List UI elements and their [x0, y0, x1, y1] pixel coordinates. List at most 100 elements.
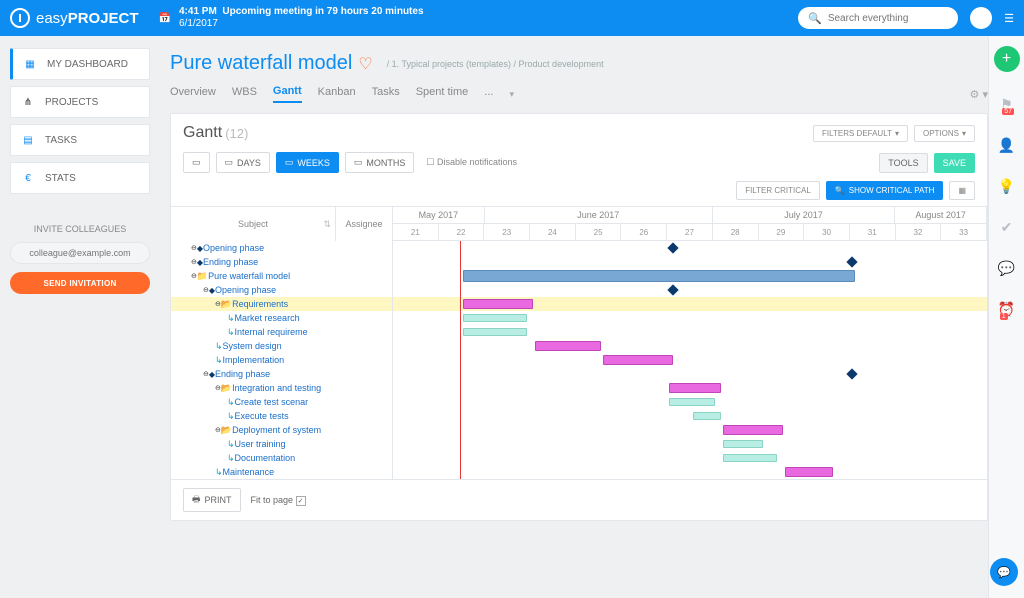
tree-row[interactable]: ↳ Documentation [171, 451, 392, 465]
options-button[interactable]: OPTIONS ▾ [914, 125, 975, 142]
gantt-bar[interactable] [723, 425, 783, 435]
nav-projects[interactable]: ⋔ PROJECTS [10, 86, 150, 118]
timeline-row[interactable] [393, 297, 987, 311]
tab-overview[interactable]: Overview [170, 86, 216, 102]
save-button[interactable]: SAVE [934, 153, 975, 173]
col-assignee[interactable]: Assignee [336, 207, 392, 241]
timeline-row[interactable] [393, 311, 987, 325]
filters-button[interactable]: FILTERS DEFAULT ▾ [813, 125, 908, 142]
logo[interactable]: easyPROJECT [10, 8, 139, 28]
hamburger-icon[interactable]: ☰ [1004, 12, 1014, 25]
weeks-button[interactable]: ▭ WEEKS [276, 152, 339, 173]
search-input[interactable] [828, 13, 948, 24]
tree-row[interactable]: ⊖ 📂 Integration and testing [171, 381, 392, 395]
col-subject[interactable]: Subject⇅ [171, 207, 336, 241]
tree-row[interactable]: ⊖ 📂 Deployment of system [171, 423, 392, 437]
gantt-bar[interactable] [463, 270, 855, 282]
timeline-row[interactable] [393, 381, 987, 395]
timeline-row[interactable] [393, 241, 987, 255]
heart-icon[interactable]: ♡ [358, 54, 372, 74]
tree-row[interactable]: ↳ Market research [171, 311, 392, 325]
filter-critical-button[interactable]: FILTER CRITICAL [736, 181, 820, 200]
timeline-row[interactable] [393, 367, 987, 381]
tools-button[interactable]: TOOLS [879, 153, 927, 173]
tree-row[interactable]: ↳ Implementation [171, 353, 392, 367]
timeline-row[interactable] [393, 465, 987, 479]
jump-today-button[interactable]: ▭ [183, 152, 210, 173]
show-critical-button[interactable]: 🔍 SHOW CRITICAL PATH [826, 181, 944, 200]
page-title: Pure waterfall model ♡ [170, 52, 373, 75]
milestone-diamond[interactable] [667, 242, 678, 253]
timeline-row[interactable] [393, 395, 987, 409]
tab-more[interactable]: ... [484, 86, 493, 102]
check-icon[interactable]: ✔ [1001, 219, 1013, 236]
timeline-row[interactable] [393, 283, 987, 297]
timeline-row[interactable] [393, 353, 987, 367]
tree-row[interactable]: ↳ System design [171, 339, 392, 353]
tree-row[interactable]: ↳ Create test scenar [171, 395, 392, 409]
months-button[interactable]: ▭ MONTHS [345, 152, 415, 173]
tree-row[interactable]: ↳ User training [171, 437, 392, 451]
tree-row[interactable]: ↳ Maintenance [171, 465, 392, 479]
breadcrumb-path[interactable]: / 1. Typical projects (templates) / Prod… [387, 59, 604, 69]
tree-row[interactable]: ⊖ 📁 Pure waterfall model [171, 269, 392, 283]
tree-row[interactable]: ↳ Internal requireme [171, 325, 392, 339]
tree-row[interactable]: ↳ Execute tests [171, 409, 392, 423]
milestone-diamond[interactable] [846, 256, 857, 267]
gantt-bar[interactable] [723, 454, 777, 462]
export-button[interactable]: ▦ [949, 181, 975, 200]
tree-row[interactable]: ⊖ ◆ Opening phase [171, 283, 392, 297]
milestone-diamond[interactable] [846, 368, 857, 379]
gantt-bar[interactable] [535, 341, 601, 351]
gantt-bar[interactable] [669, 398, 715, 406]
colleague-input[interactable] [10, 242, 150, 264]
chevron-down-icon[interactable]: ▾ [509, 89, 514, 100]
timeline-row[interactable] [393, 423, 987, 437]
fit-to-page[interactable]: Fit to page ✓ [251, 495, 306, 506]
tree-row[interactable]: ⊖ ◆ Ending phase [171, 255, 392, 269]
tab-gantt[interactable]: Gantt [273, 85, 302, 103]
today-line [460, 241, 461, 479]
search-box[interactable]: 🔍 [798, 7, 958, 29]
gantt-bar[interactable] [723, 440, 763, 448]
timeline-row[interactable] [393, 409, 987, 423]
gantt-bar[interactable] [693, 412, 721, 420]
flag-icon[interactable]: ⚑57 [1000, 96, 1013, 113]
tab-tasks[interactable]: Tasks [372, 86, 400, 102]
add-button[interactable]: + [994, 46, 1020, 72]
gantt-bar[interactable] [603, 355, 673, 365]
gear-icon[interactable]: ⚙ ▾ [970, 88, 988, 101]
tab-spent-time[interactable]: Spent time [416, 86, 469, 102]
timeline-row[interactable] [393, 325, 987, 339]
timeline-row[interactable] [393, 451, 987, 465]
gantt-bar[interactable] [463, 314, 527, 322]
tree-row[interactable]: ⊖ ◆ Ending phase [171, 367, 392, 381]
person-icon[interactable]: 👤 [998, 137, 1015, 154]
timeline-row[interactable] [393, 437, 987, 451]
avatar[interactable] [970, 7, 992, 29]
tree-row[interactable]: ⊖ ◆ Opening phase [171, 241, 392, 255]
days-button[interactable]: ▭ DAYS [216, 152, 270, 173]
timeline-row[interactable] [393, 255, 987, 269]
print-button[interactable]: 🖶 PRINT [183, 488, 241, 512]
nav-tasks[interactable]: ▤ TASKS [10, 124, 150, 156]
timeline[interactable]: May 2017June 2017July 2017August 2017 21… [393, 207, 987, 479]
tab-kanban[interactable]: Kanban [318, 86, 356, 102]
bulb-icon[interactable]: 💡 [998, 178, 1015, 195]
tab-wbs[interactable]: WBS [232, 86, 257, 102]
alarm-icon[interactable]: ⏰1 [998, 301, 1015, 318]
nav-dashboard[interactable]: ▦ MY DASHBOARD [10, 48, 150, 80]
gantt-bar[interactable] [463, 299, 533, 309]
timeline-row[interactable] [393, 269, 987, 283]
timeline-row[interactable] [393, 339, 987, 353]
gantt-bar[interactable] [785, 467, 833, 477]
nav-stats[interactable]: € STATS [10, 162, 150, 194]
milestone-diamond[interactable] [667, 284, 678, 295]
gantt-bar[interactable] [463, 328, 527, 336]
message-icon[interactable]: 💬 [998, 260, 1015, 277]
tree-row[interactable]: ⊖ 📂 Requirements [171, 297, 392, 311]
disable-notifications[interactable]: ☐ Disable notifications [426, 157, 517, 168]
chat-fab[interactable]: 💬 [990, 558, 1018, 586]
send-invitation-button[interactable]: SEND INVITATION [10, 272, 150, 294]
gantt-bar[interactable] [669, 383, 721, 393]
